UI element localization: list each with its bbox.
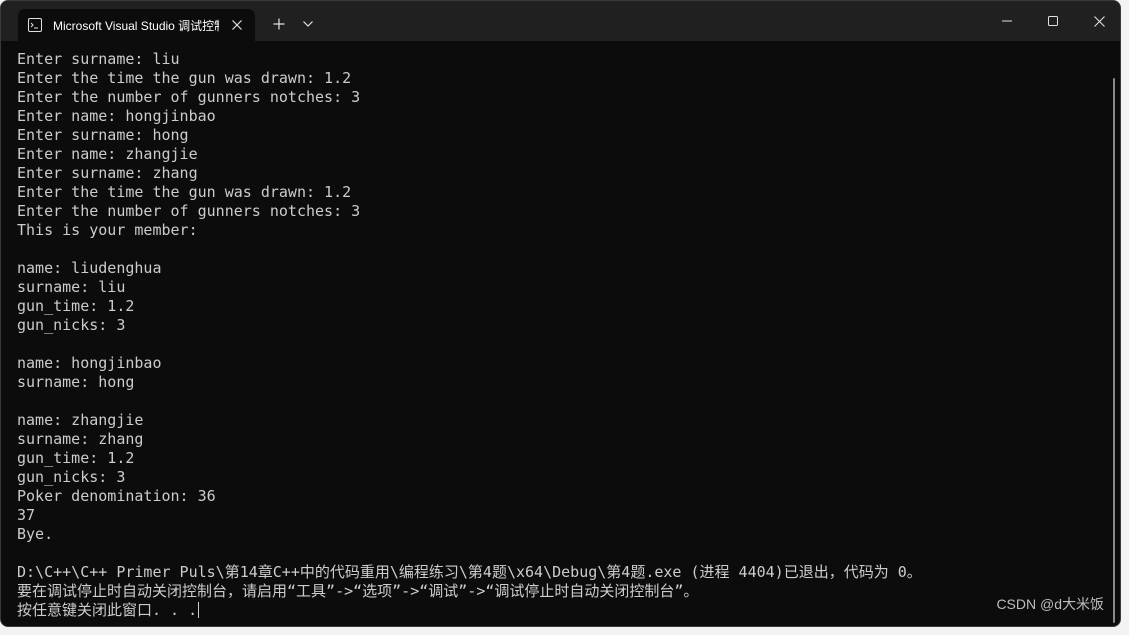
console-line-text: surname: zhang (17, 430, 144, 448)
console-line: D:\C++\C++ Primer Puls\第14章C++中的代码重用\编程练… (17, 563, 1106, 582)
console-line: Enter the time the gun was drawn: 1.2 (17, 183, 1106, 202)
close-icon[interactable] (1076, 1, 1120, 41)
console-line: 按任意键关闭此窗口. . . (17, 601, 1106, 620)
console-line-text: This is your member: (17, 221, 198, 239)
console-line: Enter name: zhangjie (17, 145, 1106, 164)
console-line: Enter the time the gun was drawn: 1.2 (17, 69, 1106, 88)
console-line: gun_time: 1.2 (17, 449, 1106, 468)
console-line: gun_time: 1.2 (17, 297, 1106, 316)
console-line: name: hongjinbao (17, 354, 1106, 373)
console-line: Enter surname: liu (17, 50, 1106, 69)
chevron-down-icon[interactable] (293, 9, 323, 39)
console-line: name: zhangjie (17, 411, 1106, 430)
console-line: surname: zhang (17, 430, 1106, 449)
console-line-text: Enter surname: hong (17, 126, 189, 144)
console-line: gun_nicks: 3 (17, 468, 1106, 487)
console-line: surname: hong (17, 373, 1106, 392)
console-line-text: gun_time: 1.2 (17, 449, 135, 467)
console-line-text: 按任意键关闭此窗口. . . (17, 601, 198, 619)
title-bar[interactable]: Microsoft Visual Studio 调试控制台 (1, 1, 1120, 41)
console-line-text: Enter name: hongjinbao (17, 107, 216, 125)
console-output[interactable]: Enter surname: liu Enter the time the gun… (17, 50, 1106, 620)
minimize-icon[interactable] (984, 1, 1030, 41)
plus-icon[interactable] (264, 9, 294, 39)
console-line-text: Enter the time the gun was drawn: 1.2 (17, 183, 352, 201)
console-line: This is your member: (17, 221, 1106, 240)
console-line-text: Enter surname: zhang (17, 164, 198, 182)
console-line-text: Enter the number of gunners notches: 3 (17, 202, 361, 220)
console-line-text: 要在调试停止时自动关闭控制台，请启用“工具”->“选项”->“调试”->“调试停… (17, 582, 699, 600)
watermark: CSDN @d大米饭 (996, 596, 1104, 612)
console-line: Enter surname: hong (17, 126, 1106, 145)
console-line-text: Enter the number of gunners notches: 3 (17, 88, 361, 106)
console-line-text: Bye. (17, 525, 54, 543)
tab-title: Microsoft Visual Studio 调试控制台 (53, 18, 219, 33)
console-line: 要在调试停止时自动关闭控制台，请启用“工具”->“选项”->“调试”->“调试停… (17, 582, 1106, 601)
console-line-text: Enter name: zhangjie (17, 145, 198, 163)
console-line: Poker denomination: 36 (17, 487, 1106, 506)
maximize-icon[interactable] (1030, 1, 1076, 41)
console-line: name: liudenghua (17, 259, 1106, 278)
console-line: Enter the number of gunners notches: 3 (17, 202, 1106, 221)
console-line: Enter surname: zhang (17, 164, 1106, 183)
scrollbar[interactable] (1113, 78, 1115, 623)
console-line: Bye. (17, 525, 1106, 544)
terminal-icon (28, 18, 42, 32)
console-line: gun_nicks: 3 (17, 316, 1106, 335)
console-line-text: gun_nicks: 3 (17, 468, 126, 486)
console-line: Enter name: hongjinbao (17, 107, 1106, 126)
console-line-text: surname: hong (17, 373, 135, 391)
console-line-text: 37 (17, 506, 36, 524)
console-line-text: Enter surname: liu (17, 50, 180, 68)
console-line-text: gun_time: 1.2 (17, 297, 135, 315)
tab-debug-console[interactable]: Microsoft Visual Studio 调试控制台 (18, 9, 255, 41)
console-line: surname: liu (17, 278, 1106, 297)
text-cursor (198, 602, 200, 618)
console-line-text: D:\C++\C++ Primer Puls\第14章C++中的代码重用\编程练… (17, 563, 922, 581)
console-line-text: surname: liu (17, 278, 126, 296)
close-icon[interactable] (229, 17, 245, 33)
console-line-text: Enter the time the gun was drawn: 1.2 (17, 69, 352, 87)
terminal-window: Microsoft Visual Studio 调试控制台 (0, 0, 1121, 627)
console-line-text: name: liudenghua (17, 259, 162, 277)
console-line: Enter the number of gunners notches: 3 (17, 88, 1106, 107)
console-line-text: name: zhangjie (17, 411, 144, 429)
console-line: 37 (17, 506, 1106, 525)
console-line-text: name: hongjinbao (17, 354, 162, 372)
console-line-text: gun_nicks: 3 (17, 316, 126, 334)
console-line-text: Poker denomination: 36 (17, 487, 216, 505)
